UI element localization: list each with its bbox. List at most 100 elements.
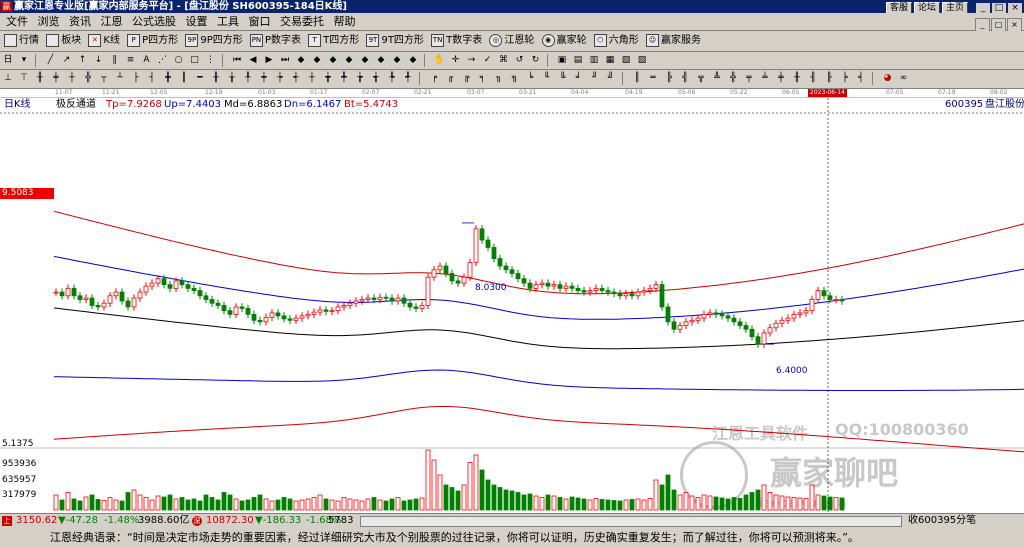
tool-icon[interactable]: ╝ xyxy=(605,72,617,84)
check-icon[interactable]: ✓ xyxy=(482,54,494,66)
t-square-button[interactable]: T T四方形 xyxy=(308,31,359,51)
arrow-right-icon[interactable]: → xyxy=(466,54,478,66)
tool-icon[interactable]: ╢ xyxy=(807,72,819,84)
tool-icon[interactable]: ╤ xyxy=(743,72,755,84)
window-icon[interactable]: ▣ xyxy=(556,54,568,66)
tool-icon[interactable]: ╡ xyxy=(855,72,867,84)
winner-service-button[interactable]: ☺ 赢家服务 xyxy=(645,31,701,51)
diamond-icon[interactable]: ◆ xyxy=(391,54,403,66)
kline-button[interactable]: ✕ K线 xyxy=(88,31,120,51)
tool-icon[interactable]: ╖ xyxy=(493,72,505,84)
tool-icon[interactable]: ╪ xyxy=(775,72,787,84)
9t-square-button[interactable]: 9T 9T四方形 xyxy=(366,31,424,51)
p-square-button[interactable]: P P四方形 xyxy=(127,31,178,51)
arrow-up-icon[interactable]: ↑ xyxy=(77,54,89,66)
undo-icon[interactable]: ↺ xyxy=(514,54,526,66)
tool-icon[interactable]: ╞ xyxy=(839,72,851,84)
redo-icon[interactable]: ↻ xyxy=(530,54,542,66)
fan-tool-icon[interactable]: ⋰ xyxy=(157,54,169,66)
tool-icon[interactable]: ╫ xyxy=(34,72,46,84)
mdi-minimize-icon[interactable]: _ xyxy=(975,18,990,32)
tool-icon[interactable]: ╧ xyxy=(759,72,771,84)
tool-icon[interactable]: ╔ xyxy=(461,72,473,84)
circle-tool-icon[interactable]: ○ xyxy=(173,54,185,66)
hand-tool-icon[interactable]: ✋ xyxy=(434,54,446,66)
tool-icon[interactable]: ╒ xyxy=(429,72,441,84)
tool-icon[interactable]: ╬ xyxy=(727,72,739,84)
ray-tool-icon[interactable]: ↗ xyxy=(61,54,73,66)
tool-icon[interactable]: ╈ xyxy=(322,72,334,84)
diamond-icon[interactable]: ◆ xyxy=(375,54,387,66)
tool-icon[interactable]: ╗ xyxy=(509,72,521,84)
tool-icon[interactable]: ═ xyxy=(647,72,659,84)
tool-icon[interactable]: ╕ xyxy=(477,72,489,84)
text-tool-icon[interactable]: A xyxy=(141,54,153,66)
dropdown-icon[interactable]: ▾ xyxy=(18,54,30,66)
tool-icon[interactable]: ║ xyxy=(631,72,643,84)
tool-icon[interactable]: ╜ xyxy=(589,72,601,84)
list-icon[interactable]: ▧ xyxy=(620,54,632,66)
tool-icon[interactable]: ┃ xyxy=(178,72,190,84)
exit-icon[interactable]: ▨ xyxy=(636,54,648,66)
tool-icon[interactable]: ╀ xyxy=(242,72,254,84)
diamond-icon[interactable]: ◆ xyxy=(407,54,419,66)
tool-icon[interactable]: ╣ xyxy=(679,72,691,84)
tool-icon[interactable]: ╚ xyxy=(557,72,569,84)
tool-icon[interactable]: ╓ xyxy=(445,72,457,84)
tool-icon[interactable]: ╇ xyxy=(338,72,350,84)
tool-icon[interactable]: ┬ xyxy=(98,72,110,84)
mdi-close-icon[interactable]: × xyxy=(1007,18,1022,32)
save-icon[interactable]: ▤ xyxy=(572,54,584,66)
tool-icon[interactable]: ╁ xyxy=(226,72,238,84)
wave-icon[interactable]: ∞ xyxy=(898,72,910,84)
menu-formula[interactable]: 公式选股 xyxy=(132,15,176,28)
tool-icon[interactable]: ╘ xyxy=(525,72,537,84)
gann-wheel-button[interactable]: ◎ 江恩轮 xyxy=(489,31,534,51)
tool-icon[interactable]: ┽ xyxy=(290,72,302,84)
sh-index[interactable]: 3150.62 xyxy=(16,514,57,528)
winner-wheel-button[interactable]: ◉ 赢家轮 xyxy=(541,31,587,51)
rect-tool-icon[interactable]: □ xyxy=(189,54,201,66)
horizontal-scrollbar[interactable] xyxy=(360,516,902,527)
menu-window[interactable]: 窗口 xyxy=(249,15,271,28)
tool-icon[interactable]: ╩ xyxy=(711,72,723,84)
tool-icon[interactable]: ╛ xyxy=(573,72,585,84)
diamond-icon[interactable]: ◆ xyxy=(295,54,307,66)
menu-tools[interactable]: 工具 xyxy=(217,15,239,28)
menu-browse[interactable]: 浏览 xyxy=(38,15,60,28)
crosshair-icon[interactable]: ✛ xyxy=(450,54,462,66)
tool-icon[interactable]: ⊤ xyxy=(18,72,30,84)
tool-icon[interactable]: ╦ xyxy=(695,72,707,84)
first-page-icon[interactable]: ⏮ xyxy=(231,54,243,66)
line-tool-icon[interactable]: ╱ xyxy=(45,54,57,66)
tool-icon[interactable]: ┿ xyxy=(258,72,270,84)
tool-icon[interactable]: ╬ xyxy=(82,72,94,84)
mdi-restore-icon[interactable]: □ xyxy=(991,18,1006,32)
channel-tool-icon[interactable]: ≡ xyxy=(125,54,137,66)
copy-icon[interactable]: ▦ xyxy=(604,54,616,66)
tool-icon[interactable]: ┴ xyxy=(114,72,126,84)
prev-icon[interactable]: ◀ xyxy=(247,54,259,66)
menu-news[interactable]: 资讯 xyxy=(69,15,91,28)
tool-icon[interactable]: ╅ xyxy=(370,72,382,84)
sz-index[interactable]: 10872.30 xyxy=(206,514,254,528)
period-day-icon[interactable]: 日 xyxy=(2,54,14,66)
tool-icon[interactable]: ╠ xyxy=(663,72,675,84)
tool-icon[interactable]: ╫ xyxy=(791,72,803,84)
tool-icon[interactable]: ┤ xyxy=(146,72,158,84)
menu-file[interactable]: 文件 xyxy=(6,15,28,28)
menu-settings[interactable]: 设置 xyxy=(186,15,208,28)
tool-icon[interactable]: ╋ xyxy=(162,72,174,84)
t-number-table-button[interactable]: TN T数字表 xyxy=(431,31,482,51)
diamond-icon[interactable]: ◆ xyxy=(311,54,323,66)
diamond-icon[interactable]: ◆ xyxy=(343,54,355,66)
hexagon-button[interactable]: ⬡ 六角形 xyxy=(593,31,639,51)
tool-icon[interactable]: ┼ xyxy=(306,72,318,84)
diamond-icon[interactable]: ◆ xyxy=(359,54,371,66)
parallel-tool-icon[interactable]: ∥ xyxy=(109,54,121,66)
next-icon[interactable]: ▶ xyxy=(263,54,275,66)
quotes-button[interactable]: 行情 xyxy=(4,31,39,51)
tool-icon[interactable]: ⊥ xyxy=(2,72,14,84)
menu-trade[interactable]: 交易委托 xyxy=(280,15,324,28)
tool-icon[interactable]: ╙ xyxy=(541,72,553,84)
